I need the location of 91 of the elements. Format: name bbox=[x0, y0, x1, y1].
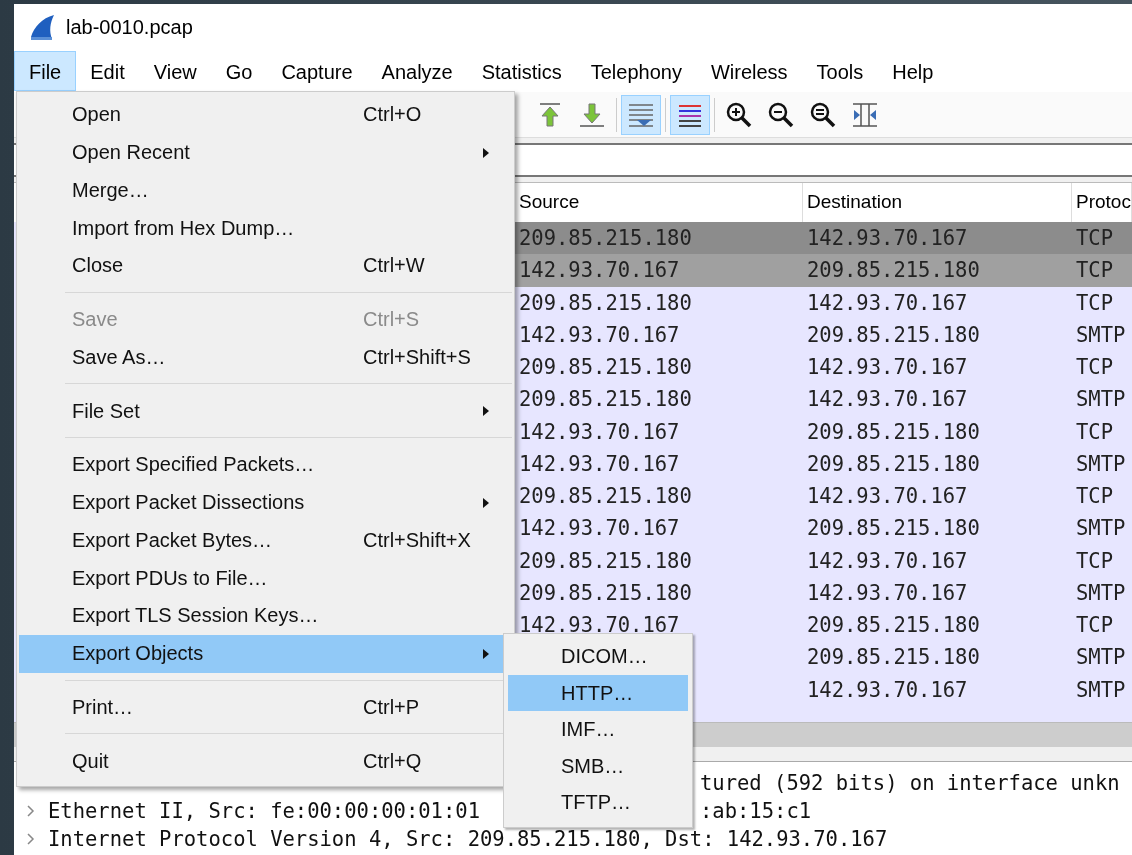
shortcut-label: Ctrl+W bbox=[363, 254, 426, 278]
shortcut-label: Ctrl+Shift+X bbox=[363, 528, 472, 552]
packet-row[interactable]: 209.85.215.180 142.93.70.167 TCP bbox=[515, 222, 1132, 255]
table-cell-text: 209.85.215.180 bbox=[518, 548, 693, 573]
menu-bar-item[interactable]: Go bbox=[210, 51, 268, 91]
window-title: lab-0010.pcap bbox=[66, 15, 193, 39]
menu-item[interactable]: Export Specified Packets… bbox=[19, 446, 512, 484]
table-cell-text: 209.85.215.180 bbox=[806, 322, 981, 347]
table-cell-text: 209.85.215.180 bbox=[518, 226, 693, 251]
detail-line: :ab:15:c1 bbox=[700, 799, 812, 823]
down-arrow-icon bbox=[578, 100, 606, 129]
zoom-in-icon bbox=[725, 100, 753, 129]
menu-bar-item[interactable]: Edit bbox=[75, 51, 140, 91]
detail-line: Internet Protocol Version 4, Src: 209.85.215.180, Dst: 142.93.70.167 bbox=[48, 827, 888, 851]
menu-item[interactable]: Open Recent bbox=[19, 133, 512, 172]
menu-bar-item[interactable]: Capture bbox=[266, 51, 368, 91]
column-resize-icon bbox=[851, 100, 879, 129]
shortcut-label: Ctrl+Shift+S bbox=[363, 345, 472, 369]
table-cell-text: 142.93.70.167 bbox=[806, 677, 969, 702]
menu-item[interactable]: File Set bbox=[19, 392, 512, 430]
menu-bar-item[interactable]: Telephony bbox=[575, 51, 697, 91]
table-cell-text: 142.93.70.167 bbox=[518, 258, 681, 283]
table-cell-text: TCP bbox=[1075, 419, 1115, 444]
table-cell-text: SMTP bbox=[1075, 451, 1127, 476]
table-cell-text: 209.85.215.180 bbox=[518, 387, 693, 412]
packet-row[interactable]: 142.93.70.167 209.85.215.180 TCP bbox=[515, 254, 1132, 287]
table-cell-text: 142.93.70.167 bbox=[806, 548, 969, 573]
menu-item[interactable]: Close Ctrl+W bbox=[19, 247, 512, 285]
menu-item[interactable]: Save As… Ctrl+Shift+S bbox=[19, 338, 512, 377]
table-cell-text: 142.93.70.167 bbox=[518, 322, 681, 347]
table-cell-text: SMTP bbox=[1075, 677, 1127, 702]
table-cell-text: SMTP bbox=[1075, 580, 1127, 605]
table-cell-text: TCP bbox=[1075, 226, 1115, 251]
detail-line: Ethernet II, Src: fe:00:00:00:01:01 bbox=[48, 799, 480, 823]
table-cell-text: TCP bbox=[1075, 548, 1115, 573]
zoom-reset-icon bbox=[809, 100, 837, 129]
menu-item[interactable]: Import from Hex Dump… bbox=[19, 209, 512, 247]
table-cell-text: 142.93.70.167 bbox=[518, 419, 681, 444]
shortcut-label: Ctrl+P bbox=[363, 695, 421, 719]
detail-line: tured (592 bits) on interface unkn bbox=[700, 771, 1120, 795]
menu-bar-item[interactable]: Tools bbox=[801, 51, 879, 91]
table-cell-text: TCP bbox=[1075, 258, 1115, 283]
menu-item[interactable]: TFTP… bbox=[508, 784, 688, 821]
table-cell-text: 142.93.70.167 bbox=[806, 290, 969, 315]
table-cell-text: 142.93.70.167 bbox=[806, 484, 969, 509]
table-cell-text: TCP bbox=[1075, 290, 1115, 315]
table-cell-text: SMTP bbox=[1075, 645, 1127, 670]
table-cell-text: 142.93.70.167 bbox=[806, 355, 969, 380]
menu-item[interactable]: Merge… bbox=[19, 171, 512, 210]
table-cell-text: 142.93.70.167 bbox=[518, 516, 681, 541]
menu-bar-item[interactable]: Wireless bbox=[695, 51, 803, 91]
table-cell-text: SMTP bbox=[1075, 516, 1127, 541]
table-cell-text: 209.85.215.180 bbox=[806, 516, 981, 541]
table-cell-text: 209.85.215.180 bbox=[806, 645, 981, 670]
table-cell-text: SMTP bbox=[1075, 387, 1127, 412]
table-cell-text: 209.85.215.180 bbox=[806, 613, 981, 638]
zoom-out-icon bbox=[767, 100, 795, 129]
toggle-button[interactable] bbox=[621, 94, 661, 135]
shortcut-label: Ctrl+O bbox=[363, 103, 423, 127]
table-cell-text: 209.85.215.180 bbox=[806, 419, 981, 444]
menu-bar-item[interactable]: View bbox=[138, 51, 212, 91]
menu-bar-item[interactable]: Help bbox=[877, 51, 949, 91]
menu-item[interactable]: HTTP… bbox=[508, 674, 688, 711]
menu-item[interactable]: Export TLS Session Keys… bbox=[19, 597, 512, 635]
menu-item[interactable]: IMF… bbox=[508, 711, 688, 748]
table-cell-text: 142.93.70.167 bbox=[518, 451, 681, 476]
menu-item[interactable]: Export PDUs to File… bbox=[19, 559, 512, 597]
shark-fin-icon bbox=[28, 13, 56, 41]
menu-item[interactable]: Export Packet Dissections bbox=[19, 483, 512, 522]
table-cell-text: 209.85.215.180 bbox=[518, 290, 693, 315]
table-cell-text: 209.85.215.180 bbox=[806, 451, 981, 476]
table-cell-text: SMTP bbox=[1075, 322, 1127, 347]
table-cell-text: 142.93.70.167 bbox=[518, 613, 681, 638]
menu-bar-item[interactable]: Statistics bbox=[466, 51, 577, 91]
menu-item[interactable]: SMB… bbox=[508, 747, 688, 784]
table-cell-text: TCP bbox=[1075, 484, 1115, 509]
table-cell-text: 209.85.215.180 bbox=[518, 355, 693, 380]
table-cell-text: TCP bbox=[1075, 355, 1115, 380]
table-cell-text: TCP bbox=[1075, 613, 1115, 638]
table-cell-text: 142.93.70.167 bbox=[806, 580, 969, 605]
table-cell-text: 209.85.215.180 bbox=[518, 580, 693, 605]
toggle-button[interactable] bbox=[670, 94, 710, 135]
table-cell-text: 142.93.70.167 bbox=[806, 226, 969, 251]
shortcut-label: Ctrl+S bbox=[363, 308, 421, 332]
table-cell-text: 209.85.215.180 bbox=[806, 258, 981, 283]
menu-bar-item[interactable]: File bbox=[14, 51, 77, 91]
table-cell-text: 209.85.215.180 bbox=[518, 484, 693, 509]
menu-bar-item[interactable]: Analyze bbox=[366, 51, 468, 91]
menu-item[interactable]: Export Packet Bytes… Ctrl+Shift+X bbox=[19, 521, 512, 560]
table-cell-text: 142.93.70.167 bbox=[806, 387, 969, 412]
shortcut-label: Ctrl+Q bbox=[363, 749, 423, 773]
